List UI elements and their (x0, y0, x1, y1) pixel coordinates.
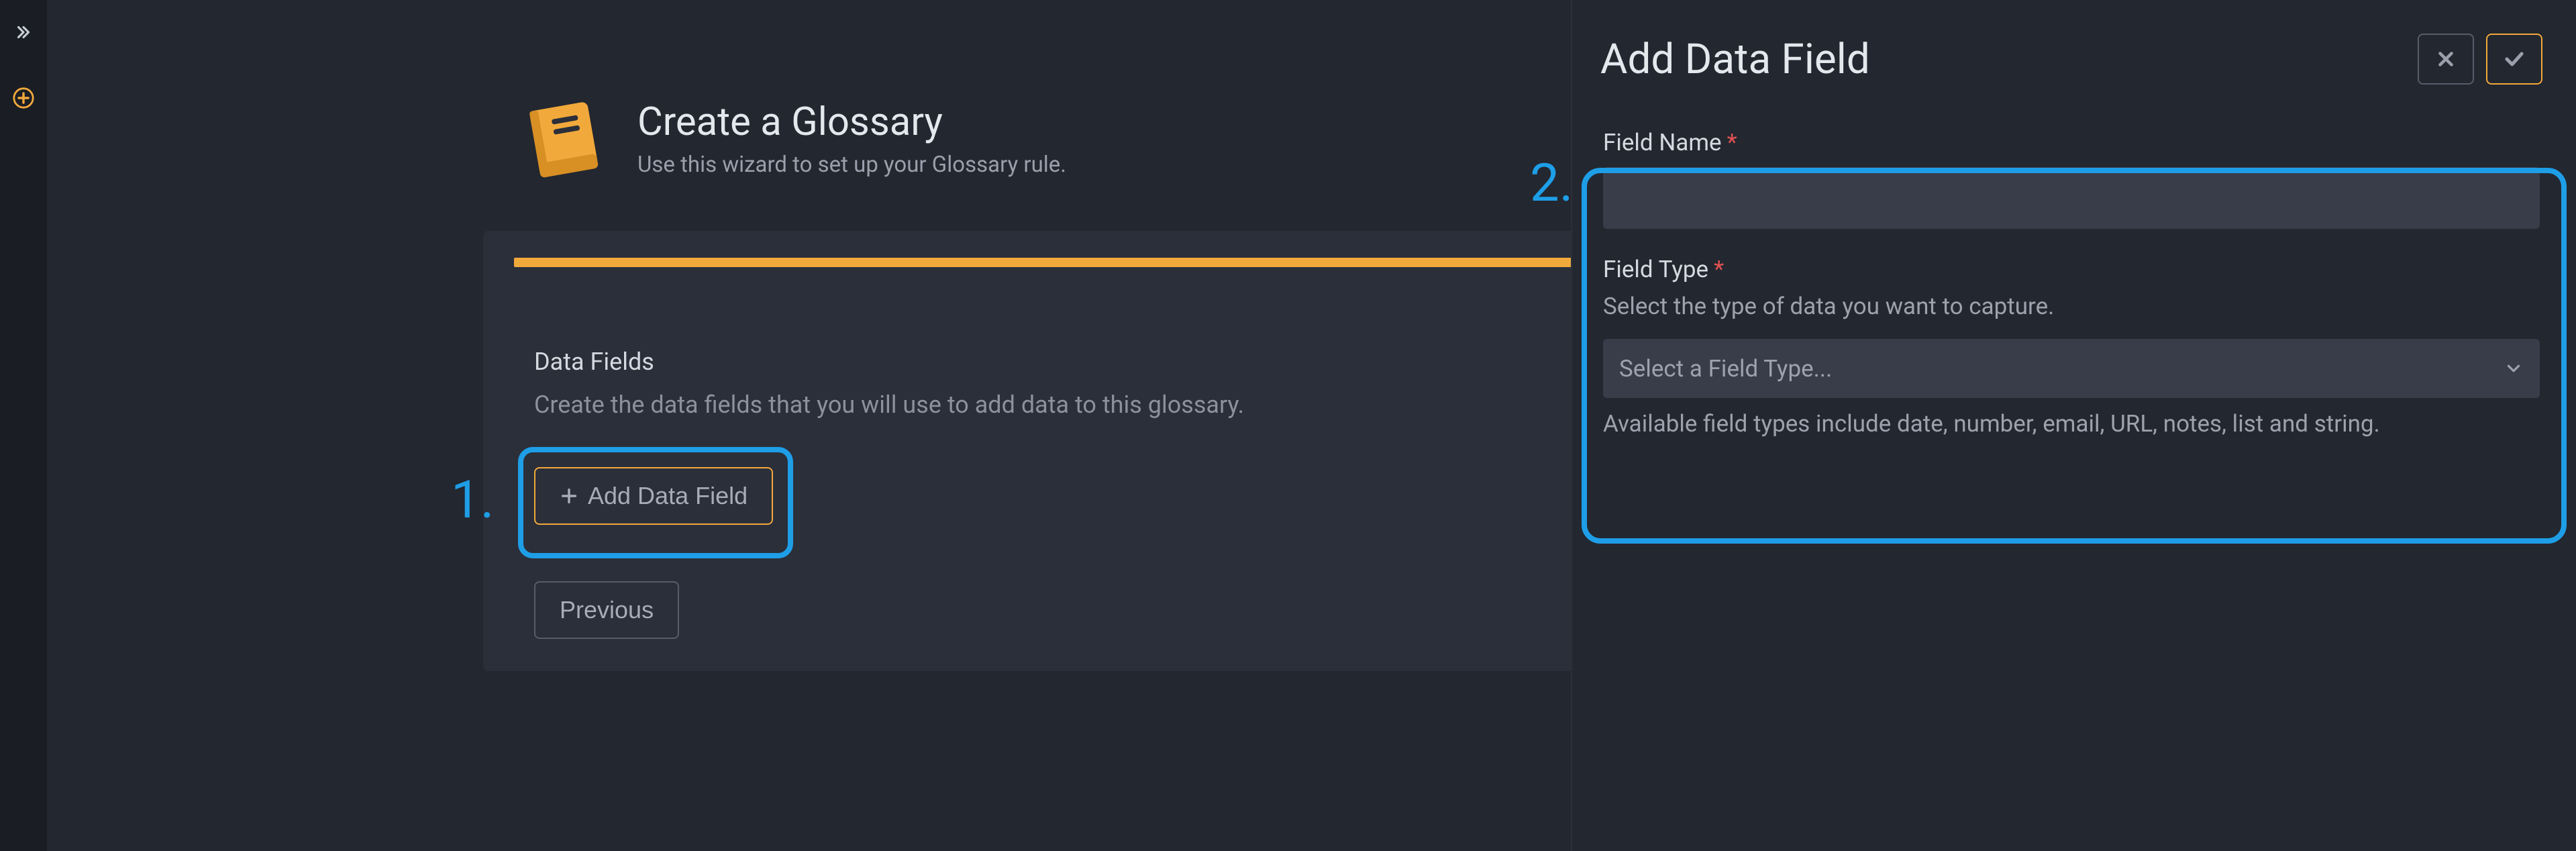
glossary-book-icon (517, 91, 611, 185)
chevron-down-icon (2504, 358, 2524, 379)
wizard-header: Create a Glossary Use this wizard to set… (517, 91, 1066, 185)
field-type-label: Field Type * (1603, 256, 2540, 283)
wizard-title: Create a Glossary (637, 99, 1066, 145)
field-name-input[interactable] (1603, 167, 2540, 229)
panel-form: Field Name * Field Type * Select the typ… (1587, 105, 2556, 468)
main-content: Create a Glossary Use this wizard to set… (47, 0, 1571, 851)
sidebar (0, 0, 47, 851)
expand-sidebar-button[interactable] (11, 20, 36, 44)
field-type-hint: Available field types include date, numb… (1603, 410, 2540, 438)
field-name-label-text: Field Name (1603, 129, 1722, 156)
field-name-label: Field Name * (1603, 129, 2540, 156)
add-data-field-panel: Add Data Field Field Name * (1571, 0, 2576, 851)
wizard-card: Data Fields Create the data fields that … (483, 231, 1571, 671)
required-marker: * (1714, 256, 1724, 283)
close-icon (2434, 48, 2457, 70)
panel-title: Add Data Field (1600, 35, 1870, 84)
add-data-field-button[interactable]: Add Data Field (534, 467, 773, 525)
add-data-field-label: Add Data Field (588, 482, 748, 510)
wizard-progress-bar (514, 258, 1571, 267)
chevrons-right-icon (13, 22, 34, 42)
callout-number-1: 1. (451, 470, 494, 531)
plus-circle-icon (12, 87, 35, 109)
callout-number-2: 2. (1530, 153, 1571, 214)
section-title: Data Fields (534, 348, 1571, 376)
section-description: Create the data fields that you will use… (534, 391, 1571, 419)
panel-confirm-button[interactable] (2486, 34, 2542, 85)
previous-button[interactable]: Previous (534, 581, 679, 639)
required-marker: * (1727, 129, 1737, 156)
check-icon (2502, 46, 2527, 72)
field-type-placeholder: Select a Field Type... (1619, 355, 1832, 383)
add-button[interactable] (11, 86, 36, 110)
field-type-select[interactable]: Select a Field Type... (1603, 339, 2540, 398)
plus-icon (560, 487, 578, 505)
panel-cancel-button[interactable] (2418, 34, 2474, 85)
wizard-subtitle: Use this wizard to set up your Glossary … (637, 152, 1066, 178)
field-type-label-text: Field Type (1603, 256, 1708, 283)
field-type-help: Select the type of data you want to capt… (1603, 293, 2540, 320)
previous-button-label: Previous (560, 596, 654, 624)
